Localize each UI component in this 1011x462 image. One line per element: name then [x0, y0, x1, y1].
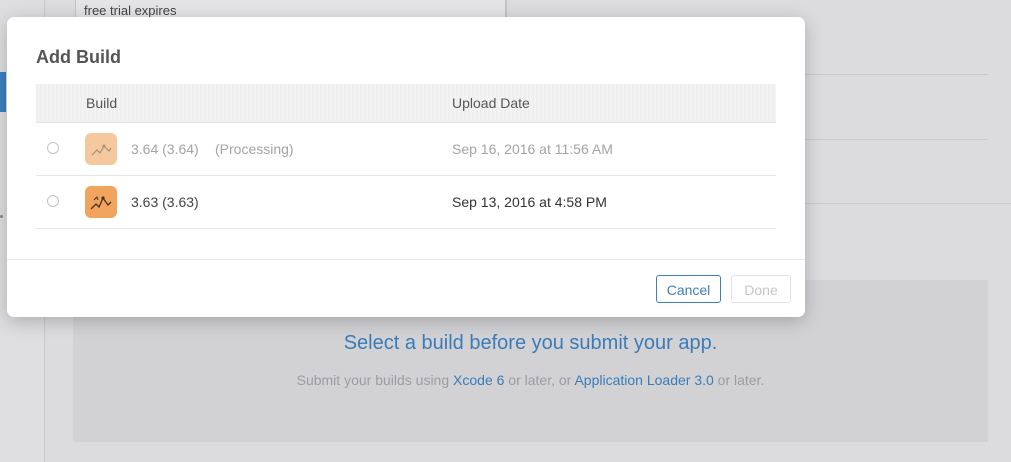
background-separator: [805, 74, 988, 75]
app-icon: [85, 133, 117, 165]
build-radio[interactable]: [47, 142, 59, 154]
table-row[interactable]: 3.63 (3.63) Sep 13, 2016 at 4:58 PM: [36, 176, 776, 229]
background-field-text: free trial expires: [84, 3, 177, 18]
background-sidebar-active-indicator: [0, 72, 6, 112]
application-loader-link[interactable]: Application Loader 3.0: [574, 372, 713, 388]
background-separator: [805, 203, 1011, 204]
done-button[interactable]: Done: [731, 275, 791, 303]
build-upload-date: Sep 13, 2016 at 4:58 PM: [452, 194, 607, 210]
background-bullet: [0, 215, 3, 218]
subtitle-middle: or later, or: [504, 372, 575, 388]
background-separator: [805, 139, 988, 140]
dialog-title: Add Build: [36, 47, 121, 67]
build-table: Build Upload Date 3.64 (3.64) (Processin…: [36, 84, 776, 229]
subtitle-prefix: Submit your builds using: [296, 372, 454, 388]
app-icon: [85, 186, 117, 218]
build-version: 3.63 (3.63): [131, 194, 199, 210]
cancel-button[interactable]: Cancel: [656, 275, 721, 303]
build-status: (Processing): [215, 141, 294, 157]
dialog-footer-divider: [7, 259, 805, 260]
build-radio[interactable]: [47, 195, 59, 207]
add-build-dialog: Add Build Build Upload Date 3.64 (3.64) …: [7, 17, 805, 317]
column-header-upload-date: Upload Date: [452, 95, 530, 111]
build-upload-date: Sep 16, 2016 at 11:56 AM: [452, 141, 613, 157]
table-header: Build Upload Date: [36, 84, 776, 123]
build-version: 3.64 (3.64): [131, 141, 199, 157]
table-row[interactable]: 3.64 (3.64) (Processing) Sep 16, 2016 at…: [36, 123, 776, 176]
subtitle-suffix: or later.: [713, 372, 765, 388]
empty-build-title: Select a build before you submit your ap…: [343, 332, 718, 354]
xcode-link[interactable]: Xcode 6: [453, 372, 504, 388]
column-header-build: Build: [86, 95, 118, 111]
empty-build-subtitle: Submit your builds using Xcode 6 or late…: [73, 372, 988, 388]
